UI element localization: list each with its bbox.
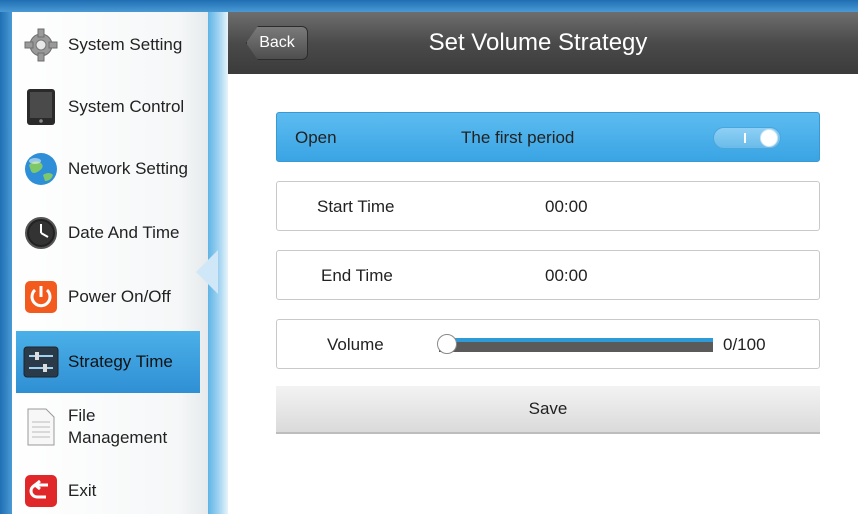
open-toggle[interactable]: [713, 127, 781, 149]
start-time-label: Start Time: [317, 197, 395, 216]
sidebar-item-network-setting[interactable]: Network Setting: [16, 138, 200, 200]
toggle-on-mark: [744, 133, 746, 143]
sidebar-item-label: Power On/Off: [68, 287, 171, 306]
open-row: Open The first period: [276, 112, 820, 162]
sidebar-item-label: System Control: [68, 97, 185, 116]
start-time-row[interactable]: Start Time 00:00: [276, 181, 820, 231]
main-content: Open The first period Start Time 00:00 E…: [228, 74, 858, 514]
sidebar-item-strategy-time[interactable]: Strategy Time: [16, 331, 200, 393]
sidebar-item-label: Exit: [68, 481, 97, 500]
sidebar-item-label: File Management: [68, 406, 168, 447]
active-indicator: [196, 250, 218, 294]
power-icon: [22, 278, 60, 316]
tablet-icon: [22, 88, 60, 126]
volume-row: Volume 0/100: [276, 319, 820, 369]
clock-icon: [22, 214, 60, 252]
end-time-row[interactable]: End Time 00:00: [276, 250, 820, 300]
sidebar-item-system-setting[interactable]: System Setting: [16, 14, 200, 76]
period-label: The first period: [461, 128, 575, 147]
open-label: Open: [295, 128, 337, 147]
sidebar-item-label: System Setting: [68, 35, 183, 54]
save-button[interactable]: Save: [276, 386, 820, 434]
start-time-value: 00:00: [545, 197, 588, 216]
exit-icon: [22, 472, 60, 510]
sliders-icon: [22, 343, 60, 381]
sidebar-item-date-and-time[interactable]: Date And Time: [16, 202, 200, 264]
sidebar: System Setting System Control Network Se…: [12, 12, 208, 514]
sidebar-item-power-on-off[interactable]: Power On/Off: [16, 266, 200, 328]
gear-icon: [22, 26, 60, 64]
header-bar: Set Volume Strategy Back: [228, 12, 858, 74]
globe-icon: [22, 150, 60, 188]
sidebar-item-system-control[interactable]: System Control: [16, 76, 200, 138]
sidebar-item-label: Strategy Time: [68, 352, 173, 371]
end-time-label: End Time: [321, 266, 393, 285]
sidebar-item-label: Date And Time: [68, 223, 180, 242]
sidebar-item-file-management[interactable]: File Management: [16, 396, 200, 458]
sidebar-item-label: Network Setting: [68, 159, 188, 178]
back-button[interactable]: Back: [246, 26, 308, 60]
volume-slider-knob[interactable]: [437, 334, 457, 354]
document-icon: [22, 408, 60, 446]
volume-label: Volume: [327, 335, 384, 354]
frame-top: [0, 0, 858, 12]
volume-slider-track[interactable]: [439, 338, 713, 352]
sidebar-item-exit[interactable]: Exit: [16, 460, 200, 514]
toggle-knob: [760, 129, 778, 147]
volume-value: 0/100: [723, 335, 766, 354]
page-title: Set Volume Strategy: [428, 29, 648, 56]
frame-left: [0, 0, 12, 514]
end-time-value: 00:00: [545, 266, 588, 285]
